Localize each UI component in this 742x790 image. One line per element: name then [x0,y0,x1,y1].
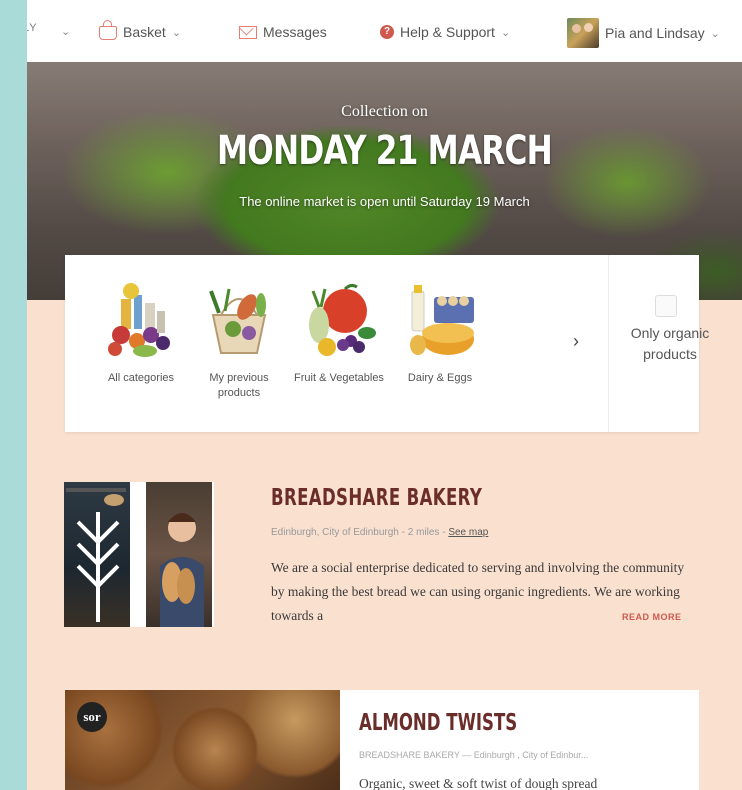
basket-menu[interactable]: Basket ⌄ [99,20,182,40]
chevron-down-icon: ⌄ [171,26,182,39]
organic-checkbox[interactable] [655,295,677,317]
top-nav: LY ⌄ Basket ⌄ Messages ? Help & Support … [27,0,742,63]
category-label: Dairy & Eggs [407,372,473,384]
mail-icon [239,25,257,39]
chevron-down-icon[interactable]: ⌄ [61,25,70,38]
messages-label: Messages [263,24,327,40]
help-label: Help & Support [400,24,495,40]
product-badge: sor [77,702,107,732]
category-label: All categories [107,372,175,384]
collection-date: MONDAY 21 MARCH [216,128,553,174]
producer-photo-shelf [64,482,130,627]
avatar [567,18,599,48]
nav-cut-label: LY [27,22,38,34]
basket-label: Basket [123,24,166,40]
user-menu[interactable]: Pia and Lindsay ⌄ [567,18,720,48]
read-more-link[interactable]: READ MORE [622,612,682,622]
product-description: Organic, sweet & soft twist of dough spr… [359,776,598,790]
producer-name[interactable]: BREADSHARE BAKERY [271,485,482,511]
basket-produce-icon [199,277,279,363]
help-icon: ? [380,25,394,39]
category-label: Fruit & Vegetables [294,372,384,384]
producer-location: Edinburgh, City of Edinburgh - 2 miles -… [271,527,488,538]
category-label: My previous products [209,372,269,399]
product-meta: BREADSHARE BAKERY — Edinburgh , City of … [359,750,589,760]
category-strip: All categories My previous products Frui… [65,255,709,432]
help-support-menu[interactable]: ? Help & Support ⌄ [380,24,510,40]
page: LY ⌄ Basket ⌄ Messages ? Help & Support … [27,0,742,790]
chevron-down-icon: ⌄ [710,27,720,40]
category-fruit-veg[interactable]: Fruit & Vegetables [289,255,389,386]
producer-image[interactable] [64,482,214,627]
see-map-link[interactable]: See map [448,527,488,538]
collection-label: Collection on [341,103,428,120]
organic-label: Only organic products [630,325,710,362]
divider [608,255,609,432]
producer-location-text: Edinburgh, City of Edinburgh - 2 miles - [271,527,449,538]
fruit-veg-icon [299,277,379,363]
producer-photo-baker [146,482,212,627]
dairy-eggs-icon [400,277,480,363]
product-image[interactable]: sor [65,690,340,790]
organic-filter[interactable]: Only organic products [625,295,715,365]
user-name: Pia and Lindsay [605,25,705,41]
product-name[interactable]: ALMOND TWISTS [359,710,517,736]
chevron-down-icon: ⌄ [500,26,511,39]
category-previous[interactable]: My previous products [189,255,289,401]
category-all[interactable]: All categories [91,255,191,386]
market-open-note: The online market is open until Saturday… [239,194,530,209]
product-card[interactable]: sor ALMOND TWISTS BREADSHARE BAKERY — Ed… [65,690,699,790]
messages-link[interactable]: Messages [239,24,327,40]
all-categories-icon [101,277,181,363]
category-dairy-eggs[interactable]: Dairy & Eggs [390,255,490,386]
basket-icon [99,20,117,40]
chevron-right-icon[interactable]: › [573,331,579,352]
